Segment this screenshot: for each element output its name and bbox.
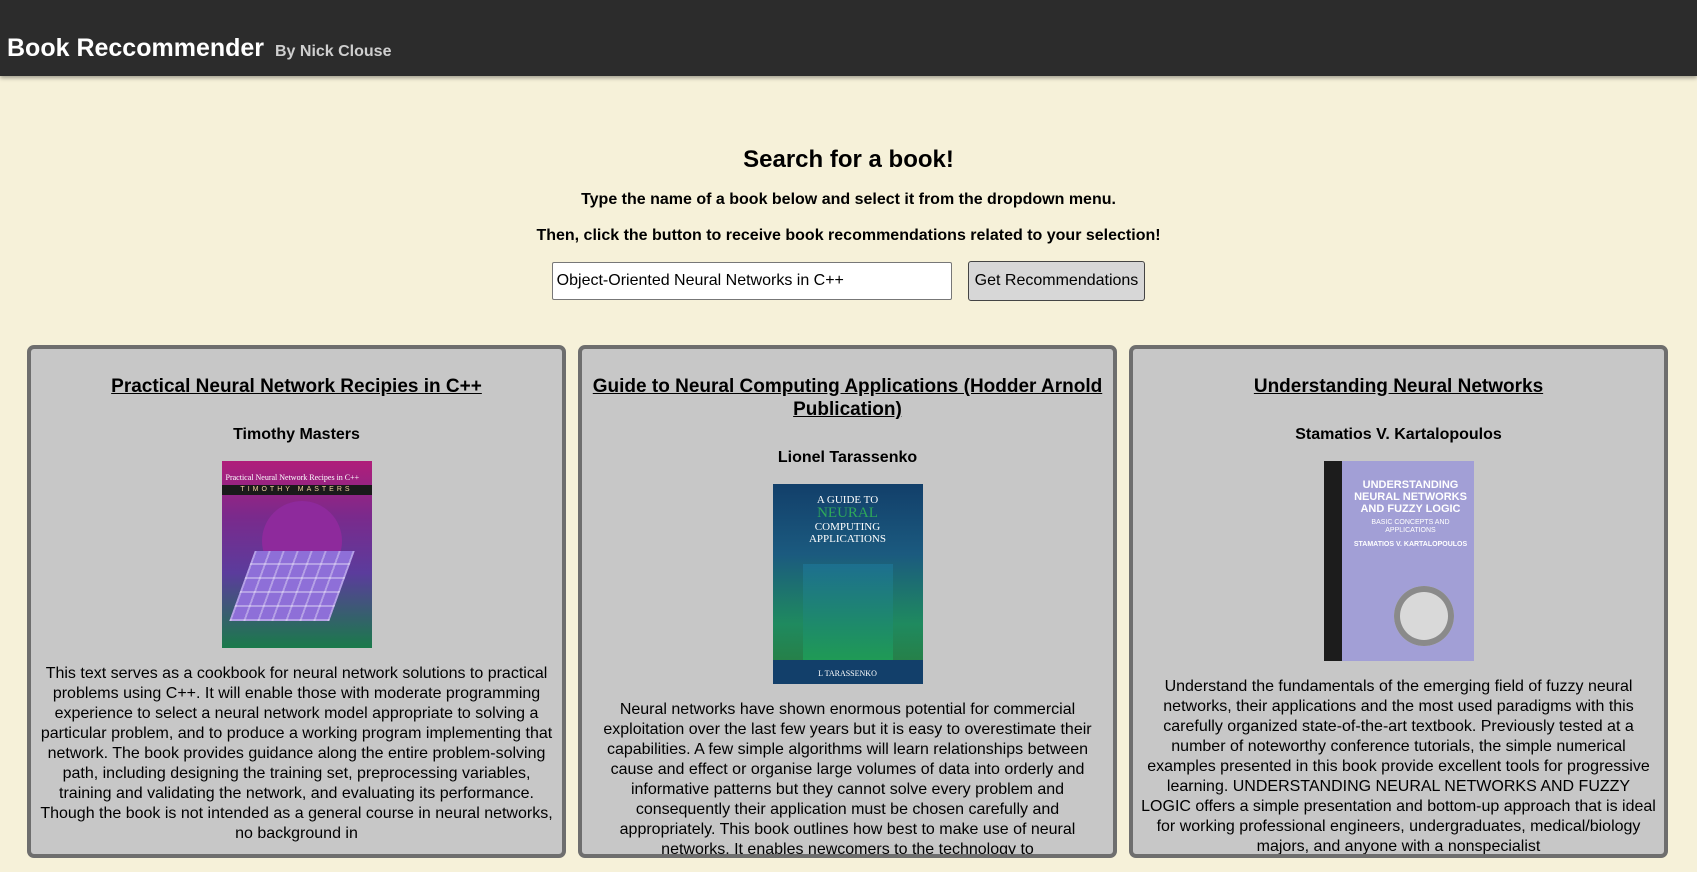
top-navbar: Book Reccommender By Nick Clouse (0, 0, 1697, 76)
search-instruction-1: Type the name of a book below and select… (581, 191, 1116, 208)
book-title-link[interactable]: Guide to Neural Computing Applications (… (590, 375, 1105, 421)
get-recommendations-button[interactable]: Get Recommendations (967, 261, 1146, 301)
book-description: This text serves as a cookbook for neura… (40, 665, 553, 842)
recommendation-cards: Practical Neural Network Recipies in C++… (27, 345, 1668, 858)
search-section: Search for a book! Type the name of a bo… (0, 140, 1697, 301)
book-author: Stamatios V. Kartalopoulos (1295, 426, 1502, 443)
book-author: Timothy Masters (233, 426, 360, 443)
book-description: Understand the fundamentals of the emerg… (1141, 678, 1656, 855)
book-card: Practical Neural Network Recipies in C++… (27, 345, 566, 858)
book-cover-image: UNDERSTANDING NEURAL NETWORKS AND FUZZY … (1323, 461, 1474, 661)
search-heading: Search for a book! (743, 146, 954, 173)
book-title-link[interactable]: Understanding Neural Networks (1141, 375, 1656, 398)
book-author: Lionel Tarassenko (777, 449, 918, 466)
book-cover-image: A GUIDE TO NEURAL COMPUTING APPLICATIONS… (772, 484, 923, 684)
cover-subtitle-text: BASIC CONCEPTS AND APPLICATIONS (1371, 519, 1450, 534)
search-instruction-2: Then, click the button to receive book r… (536, 227, 1161, 244)
book-search-input[interactable] (551, 262, 952, 300)
book-title-link[interactable]: Practical Neural Network Recipies in C++ (39, 375, 554, 398)
cover-title-text: A GUIDE TO NEURAL COMPUTING APPLICATIONS (777, 494, 919, 545)
book-cover-image: Practical Neural Network Recipes in C++ … (221, 461, 372, 648)
site-title: Book Reccommender (7, 34, 265, 62)
book-card: Guide to Neural Computing Applications (… (578, 345, 1117, 858)
book-description: Neural networks have shown enormous pote… (603, 701, 1092, 858)
cover-author-text: TIMOTHY MASTERS (240, 486, 353, 493)
cover-title-line: COMPUTING APPLICATIONS (808, 521, 886, 545)
cover-author-text: L TARASSENKO (818, 669, 877, 678)
search-row: Get Recommendations (0, 261, 1697, 301)
brand[interactable]: Book Reccommender By Nick Clouse (7, 34, 391, 63)
cover-title-text: UNDERSTANDING NEURAL NETWORKS AND FUZZY … (1354, 479, 1467, 515)
book-card: Understanding Neural Networks Stamatios … (1129, 345, 1668, 858)
cover-author-text: STAMATIOS V. KARTALOPOULOS (1353, 541, 1468, 548)
cover-title-text: Practical Neural Network Recipes in C++ (225, 473, 360, 482)
cover-title-line: NEURAL (817, 505, 878, 521)
site-byline: By Nick Clouse (274, 43, 392, 60)
